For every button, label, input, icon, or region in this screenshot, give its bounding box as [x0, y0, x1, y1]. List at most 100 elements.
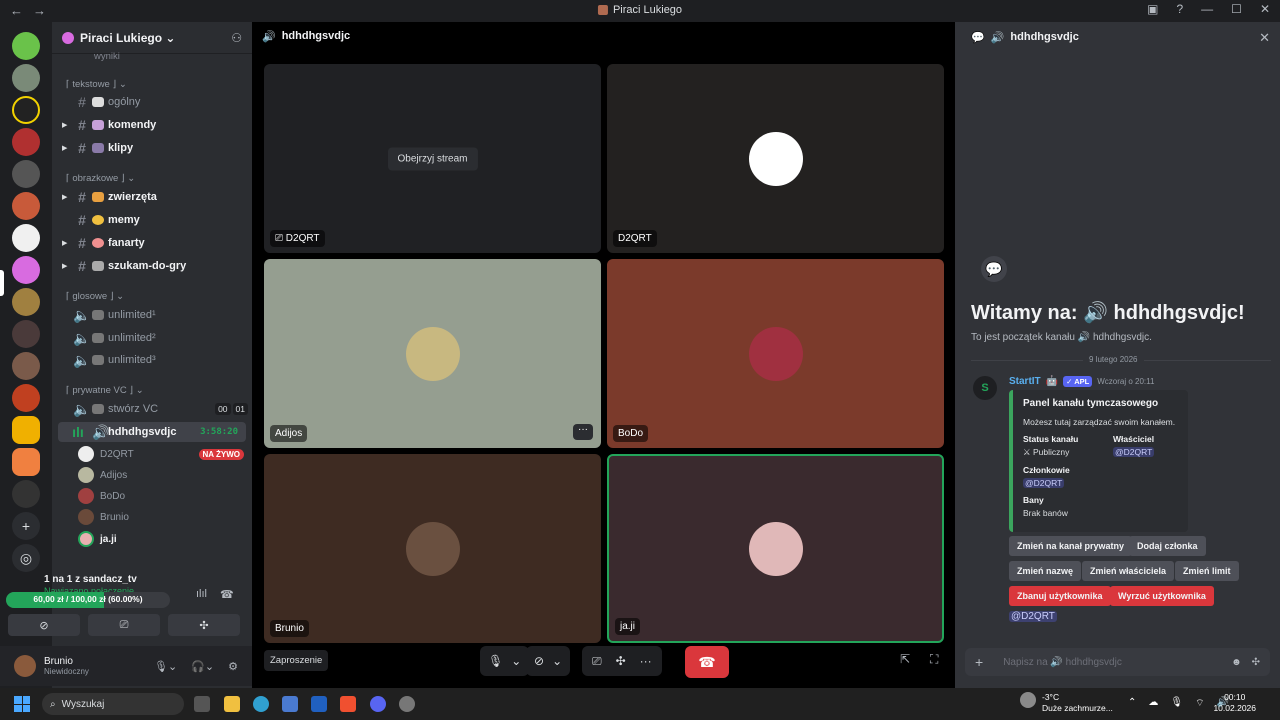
- server-icon[interactable]: [12, 320, 40, 348]
- disconnect-icon[interactable]: ☎: [220, 588, 234, 601]
- channel-klipy[interactable]: ▶ # klipy: [52, 138, 252, 158]
- server-icon[interactable]: [12, 192, 40, 220]
- chevron-down-icon[interactable]: ⌄: [552, 654, 562, 668]
- owner-mention[interactable]: @D2QRT: [1113, 447, 1155, 457]
- channel-memy[interactable]: # memy: [52, 210, 252, 230]
- rename-button[interactable]: Zmień nazwę: [1009, 561, 1082, 581]
- activities-icon[interactable]: ✣: [616, 654, 626, 668]
- activities-button[interactable]: ✣: [168, 614, 240, 636]
- watch-stream-button[interactable]: Obejrzyj stream: [387, 147, 478, 170]
- plus-icon[interactable]: +: [975, 654, 983, 670]
- headphones-icon[interactable]: 🎧⌄: [191, 660, 214, 673]
- server-icon[interactable]: [12, 416, 40, 444]
- category-private[interactable]: ⌈ prywatne VC ⌋ ⌄: [52, 380, 252, 400]
- windows-start-icon[interactable]: [14, 696, 30, 712]
- discover-icon[interactable]: ◎: [12, 544, 40, 572]
- more-options-button[interactable]: ···: [573, 424, 593, 440]
- close-icon[interactable]: ✕: [1259, 30, 1270, 46]
- member-mention[interactable]: @D2QRT: [1023, 478, 1065, 488]
- maximize-button[interactable]: ☐: [1231, 2, 1242, 16]
- category-text[interactable]: ⌈ tekstowe ⌋ ⌄: [52, 74, 252, 94]
- voice-user[interactable]: D2QRT NA ŻYWO: [78, 444, 244, 464]
- ban-user-button[interactable]: Zbanuj użytkownika: [1009, 586, 1111, 606]
- change-owner-button[interactable]: Zmień właściciela: [1082, 561, 1175, 581]
- category-voice[interactable]: ⌈ glosowe ⌋ ⌄: [52, 286, 252, 306]
- invite-people-icon[interactable]: ⚇: [231, 31, 242, 45]
- disconnect-button[interactable]: ☎: [685, 646, 729, 678]
- stream-tile[interactable]: Obejrzyj stream ⎚ D2QRT: [264, 64, 601, 253]
- user-tile[interactable]: D2QRT: [607, 64, 944, 253]
- server-icon[interactable]: [12, 224, 40, 252]
- server-icon[interactable]: [12, 384, 40, 412]
- bot-avatar[interactable]: S: [973, 376, 997, 400]
- emoji-icon[interactable]: ☻: [1231, 657, 1242, 668]
- voice-unlimited-2[interactable]: 🔈 unlimited²: [52, 328, 252, 348]
- forward-button[interactable]: →: [33, 3, 46, 18]
- gear-icon[interactable]: ⚙: [228, 660, 238, 673]
- chevron-up-icon[interactable]: ⌃: [1128, 697, 1136, 710]
- taskbar-search[interactable]: ⌕ Wyszukaj: [42, 693, 184, 715]
- voice-unlimited-1[interactable]: 🔈 unlimited¹: [52, 305, 252, 325]
- user-tile[interactable]: BoDo: [607, 259, 944, 448]
- server-icon[interactable]: [12, 64, 40, 92]
- voice-user[interactable]: ja.ji: [78, 529, 244, 549]
- file-explorer-icon[interactable]: [224, 696, 240, 712]
- channel-szukam[interactable]: ▶ # szukam-do-gry: [52, 256, 252, 276]
- popout-icon[interactable]: ⇱: [900, 652, 910, 666]
- server-icon[interactable]: [12, 480, 40, 508]
- apps-icon[interactable]: ✣: [1252, 657, 1260, 668]
- fullscreen-icon[interactable]: ⛶: [930, 652, 938, 667]
- inbox-icon[interactable]: ▣: [1147, 2, 1158, 16]
- channel-zwierzeta[interactable]: ▶ # zwierzęta: [52, 187, 252, 207]
- mic-icon[interactable]: 🎙: [1170, 697, 1183, 710]
- edge-icon[interactable]: [253, 696, 269, 712]
- server-icon[interactable]: [12, 128, 40, 156]
- minimize-button[interactable]: —: [1201, 2, 1213, 16]
- mic-toggle[interactable]: 🎙 ⌄: [480, 646, 530, 676]
- camera-off-button[interactable]: ⊘: [8, 614, 80, 636]
- back-button[interactable]: ←: [10, 3, 23, 18]
- author-name[interactable]: StartIT: [1009, 376, 1041, 387]
- chevron-down-icon[interactable]: ⌄: [511, 654, 521, 668]
- wifi-icon[interactable]: ⌔: [1195, 697, 1204, 710]
- category-images[interactable]: ⌈ obrazkowe ⌋ ⌄: [52, 168, 252, 188]
- screen-share-icon[interactable]: ⎚: [592, 654, 602, 669]
- store-icon[interactable]: [282, 696, 298, 712]
- channel-ogolny[interactable]: # ogólny: [52, 92, 252, 112]
- app-icon[interactable]: [399, 696, 415, 712]
- cloud-icon[interactable]: ☁: [1148, 697, 1158, 710]
- server-icon[interactable]: [12, 96, 40, 124]
- mail-icon[interactable]: [311, 696, 327, 712]
- voice-user[interactable]: Adijos: [78, 465, 244, 485]
- voice-user[interactable]: BoDo: [78, 486, 244, 506]
- more-icon[interactable]: ···: [640, 654, 652, 668]
- weather-widget[interactable]: -3°C Duże zachmurze...: [1020, 692, 1113, 714]
- mention[interactable]: @D2QRT: [1009, 611, 1057, 622]
- clock[interactable]: 00:10 10.02.2026: [1213, 692, 1256, 714]
- channel-partial[interactable]: wyniki: [80, 46, 280, 66]
- user-tile[interactable]: Adijos ···: [264, 259, 601, 448]
- server-icon[interactable]: [12, 160, 40, 188]
- change-limit-button[interactable]: Zmień limit: [1175, 561, 1239, 581]
- avatar[interactable]: [14, 655, 36, 677]
- message-input[interactable]: + Napisz na 🔊 hdhdhgsvdjc ☻ ✣: [965, 648, 1270, 676]
- voice-unlimited-3[interactable]: 🔈 unlimited³: [52, 350, 252, 370]
- noise-suppression-icon[interactable]: ılıl: [196, 588, 207, 600]
- user-tile[interactable]: Brunio: [264, 454, 601, 643]
- channel-fanarty[interactable]: ▶ # fanarty: [52, 233, 252, 253]
- server-icon[interactable]: [12, 448, 40, 476]
- server-icon-active[interactable]: [12, 256, 40, 284]
- voice-active-channel[interactable]: ılı 🔊 hdhdhgsvdjc 3:58:20: [58, 422, 246, 442]
- screen-share-button[interactable]: ⎚: [88, 614, 160, 636]
- server-icon[interactable]: [12, 32, 40, 60]
- user-tile-speaking[interactable]: ja.ji: [607, 454, 944, 643]
- add-member-button[interactable]: Dodaj członka: [1129, 536, 1206, 556]
- channel-komendy[interactable]: ▶ # komendy: [52, 115, 252, 135]
- add-server-icon[interactable]: +: [12, 512, 40, 540]
- task-view-icon[interactable]: [194, 696, 210, 712]
- invite-button[interactable]: Zaproszenie: [264, 650, 329, 671]
- camera-toggle[interactable]: ⊘ ⌄: [526, 646, 571, 676]
- brave-icon[interactable]: [340, 696, 356, 712]
- mic-icon[interactable]: 🎙⌄: [154, 660, 177, 673]
- voice-user[interactable]: Brunio: [78, 507, 244, 527]
